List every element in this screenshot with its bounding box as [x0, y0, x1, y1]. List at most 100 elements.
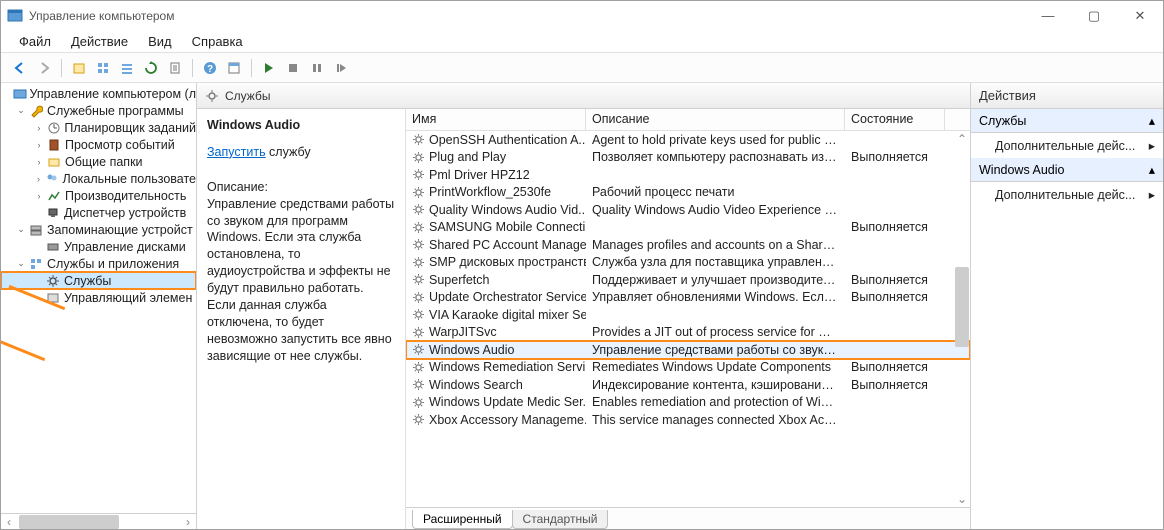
gear-icon — [205, 89, 219, 103]
service-name-text: Pml Driver HPZ12 — [429, 168, 530, 182]
more-actions-windows-audio[interactable]: Дополнительные дейс... ▸ — [971, 182, 1163, 207]
gear-icon — [412, 186, 425, 199]
tree-disk-management[interactable]: Управление дисками — [1, 238, 196, 255]
scroll-thumb[interactable] — [955, 267, 969, 347]
view-details-button[interactable] — [116, 57, 138, 79]
service-row[interactable]: Windows Update Medic Ser...Enables remed… — [406, 394, 970, 412]
start-suffix: службу — [266, 145, 311, 159]
menu-file[interactable]: Файл — [9, 32, 61, 51]
back-button[interactable] — [9, 57, 31, 79]
service-row[interactable]: Shared PC Account ManagerManages profile… — [406, 236, 970, 254]
collapse-icon[interactable]: ▴ — [1149, 162, 1155, 177]
tree-root[interactable]: Управление компьютером (л — [1, 85, 196, 102]
expand-icon[interactable]: › — [33, 140, 45, 150]
service-row[interactable]: Quality Windows Audio Vid...Quality Wind… — [406, 201, 970, 219]
scroll-up-icon[interactable]: ⌃ — [954, 131, 970, 147]
tree-event-viewer[interactable]: › Просмотр событий — [1, 136, 196, 153]
tab-extended[interactable]: Расширенный — [412, 510, 513, 529]
item-label: Дополнительные дейс... — [995, 139, 1135, 153]
tree[interactable]: Управление компьютером (л ⌄ Служебные пр… — [1, 85, 196, 306]
properties-button[interactable] — [223, 57, 245, 79]
service-row[interactable]: Plug and PlayПозволяет компьютеру распоз… — [406, 149, 970, 167]
menu-help[interactable]: Справка — [182, 32, 253, 51]
tree-label: Службы — [64, 274, 111, 288]
expand-icon[interactable]: › — [33, 157, 45, 167]
service-row[interactable]: Update Orchestrator ServiceУправляет обн… — [406, 289, 970, 307]
tree-system-tools[interactable]: ⌄ Служебные программы — [1, 102, 196, 119]
service-row[interactable]: Pml Driver HPZ12 — [406, 166, 970, 184]
collapse-icon[interactable]: ⌄ — [15, 105, 27, 116]
export-button[interactable] — [164, 57, 186, 79]
gear-icon — [45, 273, 61, 289]
cell-state: Выполняется — [845, 378, 945, 392]
service-row[interactable]: SMP дисковых пространств...Служба узла д… — [406, 254, 970, 272]
expand-icon[interactable]: › — [33, 191, 45, 201]
maximize-button[interactable]: ▢ — [1071, 1, 1117, 31]
cell-name: Superfetch — [406, 273, 586, 287]
service-row[interactable]: Windows SearchИндексирование контента, к… — [406, 376, 970, 394]
actions-section-windows-audio[interactable]: Windows Audio ▴ — [971, 158, 1163, 182]
close-button[interactable]: ✕ — [1117, 1, 1163, 31]
up-button[interactable] — [68, 57, 90, 79]
start-service-button[interactable] — [258, 57, 280, 79]
scroll-down-icon[interactable]: ⌄ — [954, 491, 970, 507]
scroll-track[interactable] — [954, 147, 970, 491]
menu-view[interactable]: Вид — [138, 32, 182, 51]
list-body[interactable]: OpenSSH Authentication A...Agent to hold… — [406, 131, 970, 507]
collapse-icon[interactable]: ⌄ — [15, 258, 27, 269]
start-service-link[interactable]: Запустить — [207, 145, 266, 159]
service-row[interactable]: OpenSSH Authentication A...Agent to hold… — [406, 131, 970, 149]
service-row[interactable]: Windows Remediation Servi...Remediates W… — [406, 359, 970, 377]
minimize-button[interactable]: — — [1025, 1, 1071, 31]
tree-shared-folders[interactable]: › Общие папки — [1, 153, 196, 170]
cell-state: Выполняется — [845, 273, 945, 287]
col-description[interactable]: Описание — [586, 109, 845, 130]
col-name[interactable]: Имя — [406, 109, 586, 130]
horizontal-scrollbar[interactable]: ‹ › — [1, 513, 196, 529]
refresh-button[interactable] — [140, 57, 162, 79]
tree-services-apps[interactable]: ⌄ Службы и приложения — [1, 255, 196, 272]
scroll-right-icon[interactable]: › — [180, 515, 196, 529]
actions-section-services[interactable]: Службы ▴ — [971, 109, 1163, 133]
tree-services[interactable]: Службы — [1, 272, 196, 289]
restart-service-button[interactable] — [330, 57, 352, 79]
scroll-left-icon[interactable]: ‹ — [1, 515, 17, 529]
view-large-button[interactable] — [92, 57, 114, 79]
help-button[interactable]: ? — [199, 57, 221, 79]
computer-icon — [13, 86, 27, 102]
gear-icon — [412, 168, 425, 181]
tab-standard[interactable]: Стандартный — [512, 510, 609, 529]
col-state[interactable]: Состояние — [845, 109, 945, 130]
tree-device-manager[interactable]: Диспетчер устройств — [1, 204, 196, 221]
service-row[interactable]: VIA Karaoke digital mixer Se... — [406, 306, 970, 324]
tree-local-users[interactable]: › Локальные пользовате — [1, 170, 196, 187]
vertical-scrollbar[interactable]: ⌃ ⌄ — [954, 131, 970, 507]
tree-storage[interactable]: ⌄ Запоминающие устройст — [1, 221, 196, 238]
service-row[interactable]: Windows AudioУправление средствами работ… — [406, 341, 970, 359]
collapse-icon[interactable]: ▴ — [1149, 113, 1155, 128]
more-actions-services[interactable]: Дополнительные дейс... ▸ — [971, 133, 1163, 158]
menu-action[interactable]: Действие — [61, 32, 138, 51]
titlebar: Управление компьютером — ▢ ✕ — [1, 1, 1163, 31]
expand-icon[interactable]: › — [33, 174, 44, 184]
pause-service-button[interactable] — [306, 57, 328, 79]
cell-desc: Управляет обновлениями Windows. Если о..… — [586, 290, 845, 304]
gear-icon — [412, 326, 425, 339]
service-row[interactable]: SuperfetchПоддерживает и улучшает произв… — [406, 271, 970, 289]
stop-service-button[interactable] — [282, 57, 304, 79]
forward-button[interactable] — [33, 57, 55, 79]
services-list: Имя Описание Состояние OpenSSH Authentic… — [405, 109, 970, 529]
gear-icon — [412, 396, 425, 409]
service-name-text: Plug and Play — [429, 150, 506, 164]
tree-performance[interactable]: › Производительность — [1, 187, 196, 204]
cell-desc: Рабочий процесс печати — [586, 185, 845, 199]
service-row[interactable]: Xbox Accessory Manageme...This service m… — [406, 411, 970, 429]
collapse-icon[interactable]: ⌄ — [15, 224, 27, 235]
expand-icon[interactable]: › — [33, 123, 45, 133]
service-row[interactable]: WarpJITSvcProvides a JIT out of process … — [406, 324, 970, 342]
tree-wmi-control[interactable]: Управляющий элемен — [1, 289, 196, 306]
service-row[interactable]: PrintWorkflow_2530feРабочий процесс печа… — [406, 184, 970, 202]
scroll-thumb[interactable] — [19, 515, 119, 529]
service-row[interactable]: SAMSUNG Mobile Connecti...Выполняется — [406, 219, 970, 237]
tree-task-scheduler[interactable]: › Планировщик заданий — [1, 119, 196, 136]
